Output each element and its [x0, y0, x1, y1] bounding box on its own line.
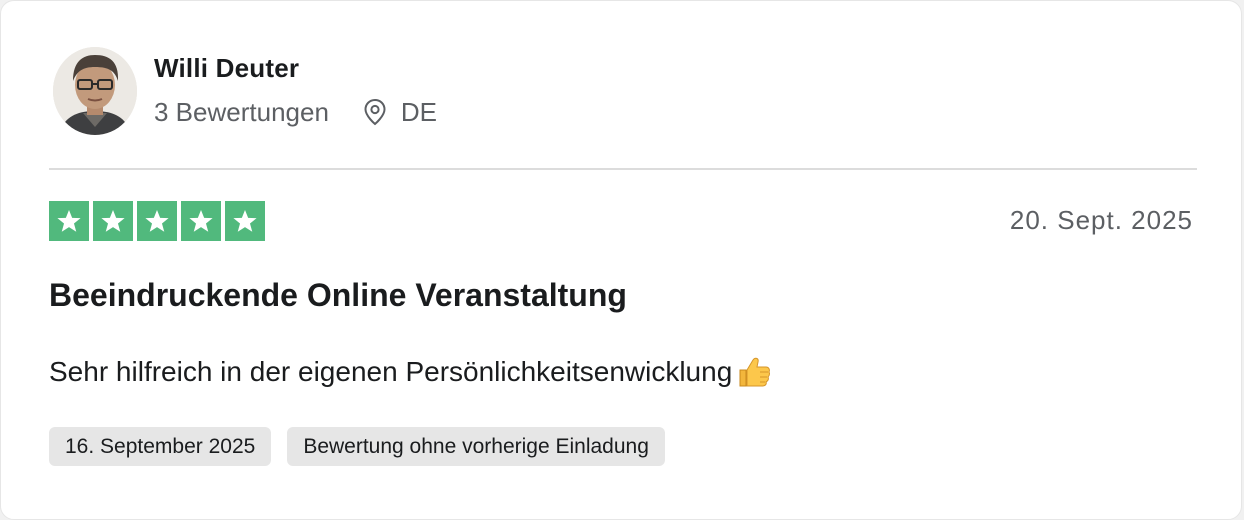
divider: [49, 168, 1197, 170]
avatar-photo: [53, 47, 137, 135]
review-title: Beeindruckende Online Veranstaltung: [49, 277, 627, 313]
review-date: 20. Sept. 2025: [1009, 205, 1193, 235]
star-icon: [137, 201, 177, 241]
review-tags: 16. September 2025 Bewertung ohne vorher…: [49, 427, 665, 466]
reviewer-avatar[interactable]: [53, 47, 137, 135]
experience-date-tag: 16. September 2025: [49, 427, 272, 466]
star-rating: [49, 201, 265, 241]
reviews-count[interactable]: 3 Bewertungen: [154, 97, 329, 128]
review-card: Willi Deuter 3 Bewertungen DE 20. Sept. …: [0, 0, 1242, 520]
review-body: Sehr hilfreich in der eigenen Persönlich…: [49, 355, 772, 389]
verification-tag[interactable]: Bewertung ohne vorherige Einladung: [287, 427, 665, 466]
star-icon: [49, 201, 89, 241]
reviewer-meta: 3 Bewertungen DE: [154, 95, 437, 129]
review-body-text: Sehr hilfreich in der eigenen Persönlich…: [49, 356, 733, 387]
thumbs-up-emoji-icon: [736, 355, 772, 389]
reviewer-name[interactable]: Willi Deuter: [154, 53, 299, 84]
location-pin-icon: [363, 98, 387, 126]
star-icon: [181, 201, 221, 241]
star-icon: [225, 201, 265, 241]
reviewer-country: DE: [400, 96, 438, 127]
star-icon: [93, 201, 133, 241]
